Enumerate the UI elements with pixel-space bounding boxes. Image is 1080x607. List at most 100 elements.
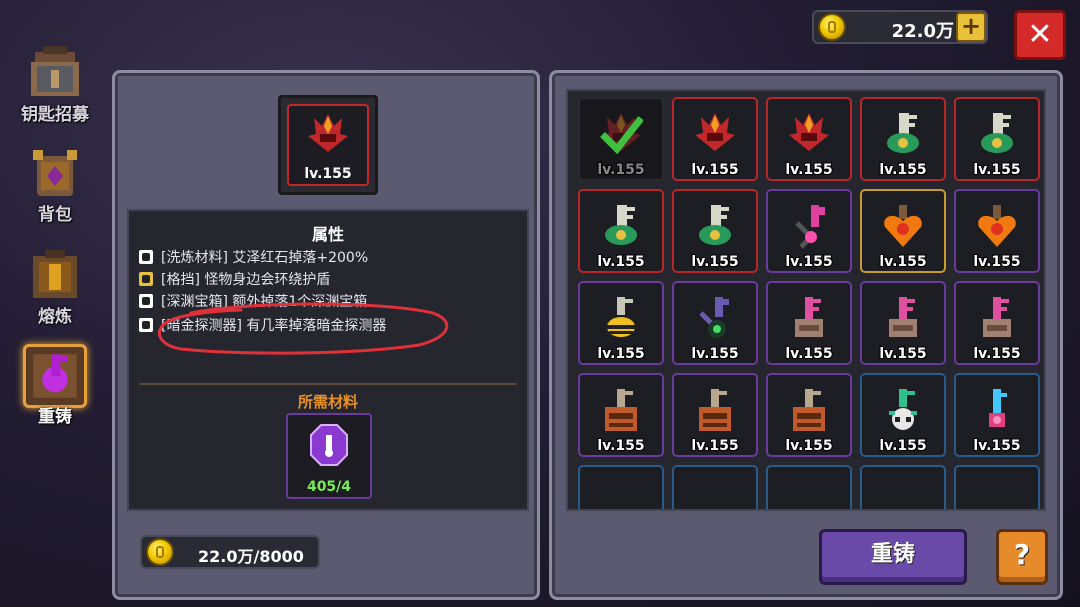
grid-item-slot[interactable]: lv.155: [860, 281, 946, 365]
add-currency-button[interactable]: +: [956, 12, 986, 42]
grid-item-level: lv.155: [597, 254, 645, 270]
demon-helmet-icon: [308, 114, 348, 152]
grid-item-slot[interactable]: lv.155: [954, 189, 1040, 273]
selected-item-frame: lv.155: [278, 95, 378, 195]
grid-item-slot[interactable]: lv.155: [672, 97, 758, 181]
attribute-text: [洗炼材料] 艾泽红石掉落+200%: [161, 250, 369, 266]
smelt-icon: [23, 244, 87, 308]
grid-item-level: lv.155: [691, 162, 739, 178]
grid-item-level: lv.155: [785, 438, 833, 454]
cost-amount: 22.0万/8000: [198, 547, 304, 566]
grid-item-level: lv.155: [785, 162, 833, 178]
coin-icon: [146, 538, 174, 566]
selected-item-slot[interactable]: lv.155: [287, 104, 369, 186]
grid-item-slot[interactable]: lv.155: [954, 281, 1040, 365]
nav-item-key-recruit[interactable]: 钥匙招募: [10, 42, 100, 125]
grid-item-slot[interactable]: lv.155: [954, 97, 1040, 181]
reforge-icon: [23, 344, 87, 408]
backpack-icon: [23, 142, 87, 206]
grid-item-slot-partial[interactable]: [672, 465, 758, 509]
nav-label: 钥匙招募: [21, 105, 89, 125]
nav-item-reforge[interactable]: 重铸: [10, 344, 100, 427]
purple-gem-icon: [310, 424, 348, 466]
key-green-icon: [699, 205, 731, 245]
reforge-button[interactable]: 重铸: [819, 529, 967, 585]
grid-item-slot[interactable]: lv.155: [766, 97, 852, 181]
nav-item-backpack[interactable]: 背包: [10, 142, 100, 225]
material-count: 405/4: [306, 479, 352, 495]
grid-item-slot[interactable]: lv.155: [578, 281, 664, 365]
key-chest-icon: [793, 389, 825, 431]
grid-item-level: lv.155: [879, 346, 927, 362]
plus-icon: +: [960, 12, 982, 40]
grid-item-level: lv.155: [597, 438, 645, 454]
key-chest-icon: [699, 389, 731, 431]
grid-item-slot[interactable]: lv.155: [954, 373, 1040, 457]
grid-item-slot-partial[interactable]: [860, 465, 946, 509]
grid-item-level: lv.155: [973, 346, 1021, 362]
help-button[interactable]: ?: [996, 529, 1048, 585]
item-grid-viewport[interactable]: lv.155 lv.155 lv.155 lv.155 lv.155 lv.155 lv.1…: [566, 89, 1046, 511]
nav-label: 重铸: [38, 407, 72, 427]
grid-item-slot[interactable]: lv.155: [860, 373, 946, 457]
key-pink-icon: [795, 205, 825, 249]
grid-item-level: lv.155: [691, 438, 739, 454]
checkmark-icon: [600, 116, 643, 155]
material-slot[interactable]: 405/4: [286, 413, 372, 499]
key-blue-icon: [989, 389, 1007, 427]
grid-item-slot[interactable]: lv.155: [578, 189, 664, 273]
item-detail-panel: lv.155 属性 [洗炼材料] 艾泽红石掉落+200% [格挡] 怪物身边会环…: [112, 70, 540, 600]
grid-item-level: lv.155: [973, 438, 1021, 454]
demon-icon: [789, 113, 829, 151]
attribute-text: [格挡] 怪物身边会环绕护盾: [161, 272, 331, 288]
currency-amount: 22.0万: [891, 21, 954, 42]
grid-item-slot[interactable]: lv.155: [860, 189, 946, 273]
nav-item-smelt[interactable]: 熔炼: [10, 244, 100, 327]
grid-item-slot-partial[interactable]: [954, 465, 1040, 509]
key-green-icon: [887, 113, 919, 153]
key-skull-icon: [889, 389, 917, 430]
grid-item-slot[interactable]: lv.155: [766, 189, 852, 273]
grid-item-slot[interactable]: lv.155: [766, 281, 852, 365]
key-pink2-icon: [983, 297, 1011, 337]
grid-item-slot[interactable]: lv.155: [860, 97, 946, 181]
grid-item-slot[interactable]: lv.155: [578, 373, 664, 457]
key-dark-icon: [699, 297, 729, 338]
reforge-button-label: 重铸: [870, 542, 915, 567]
cost-display: 22.0万/8000: [140, 535, 320, 569]
grid-item-level: lv.155: [973, 254, 1021, 270]
heart-icon: [978, 205, 1016, 247]
grid-item-slot[interactable]: lv.155: [578, 97, 664, 181]
key-green-icon: [981, 113, 1013, 153]
materials-title: 所需材料: [297, 393, 358, 411]
currency-display: 22.0万 +: [812, 10, 988, 44]
grid-item-level: lv.155: [879, 254, 927, 270]
grid-item-level: lv.155: [597, 346, 645, 362]
grid-item-slot[interactable]: lv.155: [766, 373, 852, 457]
close-icon: ✕: [1027, 17, 1053, 52]
key-pink2-icon: [889, 297, 917, 337]
coin-icon: [818, 13, 846, 41]
key-pink2-icon: [795, 297, 823, 337]
close-button[interactable]: ✕: [1014, 10, 1066, 60]
highlight-circle: [157, 302, 449, 355]
key-green-icon: [605, 205, 637, 245]
grid-item-slot[interactable]: lv.155: [672, 373, 758, 457]
attributes-box: 属性 [洗炼材料] 艾泽红石掉落+200% [格挡] 怪物身边会环绕护盾 [深渊…: [127, 209, 529, 511]
attributes-title: 属性: [311, 225, 344, 244]
shield-icon: [139, 272, 153, 286]
attribute-row: [洗炼材料] 艾泽红石掉落+200%: [139, 247, 368, 267]
grid-item-slot[interactable]: lv.155: [672, 189, 758, 273]
grid-item-level: lv.155: [879, 162, 927, 178]
grid-item-level: lv.155: [691, 254, 739, 270]
gear-icon: [139, 250, 153, 264]
key-recruit-icon: [23, 42, 87, 106]
selected-item-level: lv.155: [304, 166, 352, 182]
grid-item-slot-partial[interactable]: [578, 465, 664, 509]
grid-item-level: lv.155: [597, 162, 645, 178]
item-grid-panel: lv.155 lv.155 lv.155 lv.155 lv.155 lv.155 lv.1…: [549, 70, 1063, 600]
grid-item-level: lv.155: [879, 438, 927, 454]
grid-item-slot-partial[interactable]: [766, 465, 852, 509]
grid-item-slot[interactable]: lv.155: [672, 281, 758, 365]
heart-icon: [884, 205, 922, 247]
